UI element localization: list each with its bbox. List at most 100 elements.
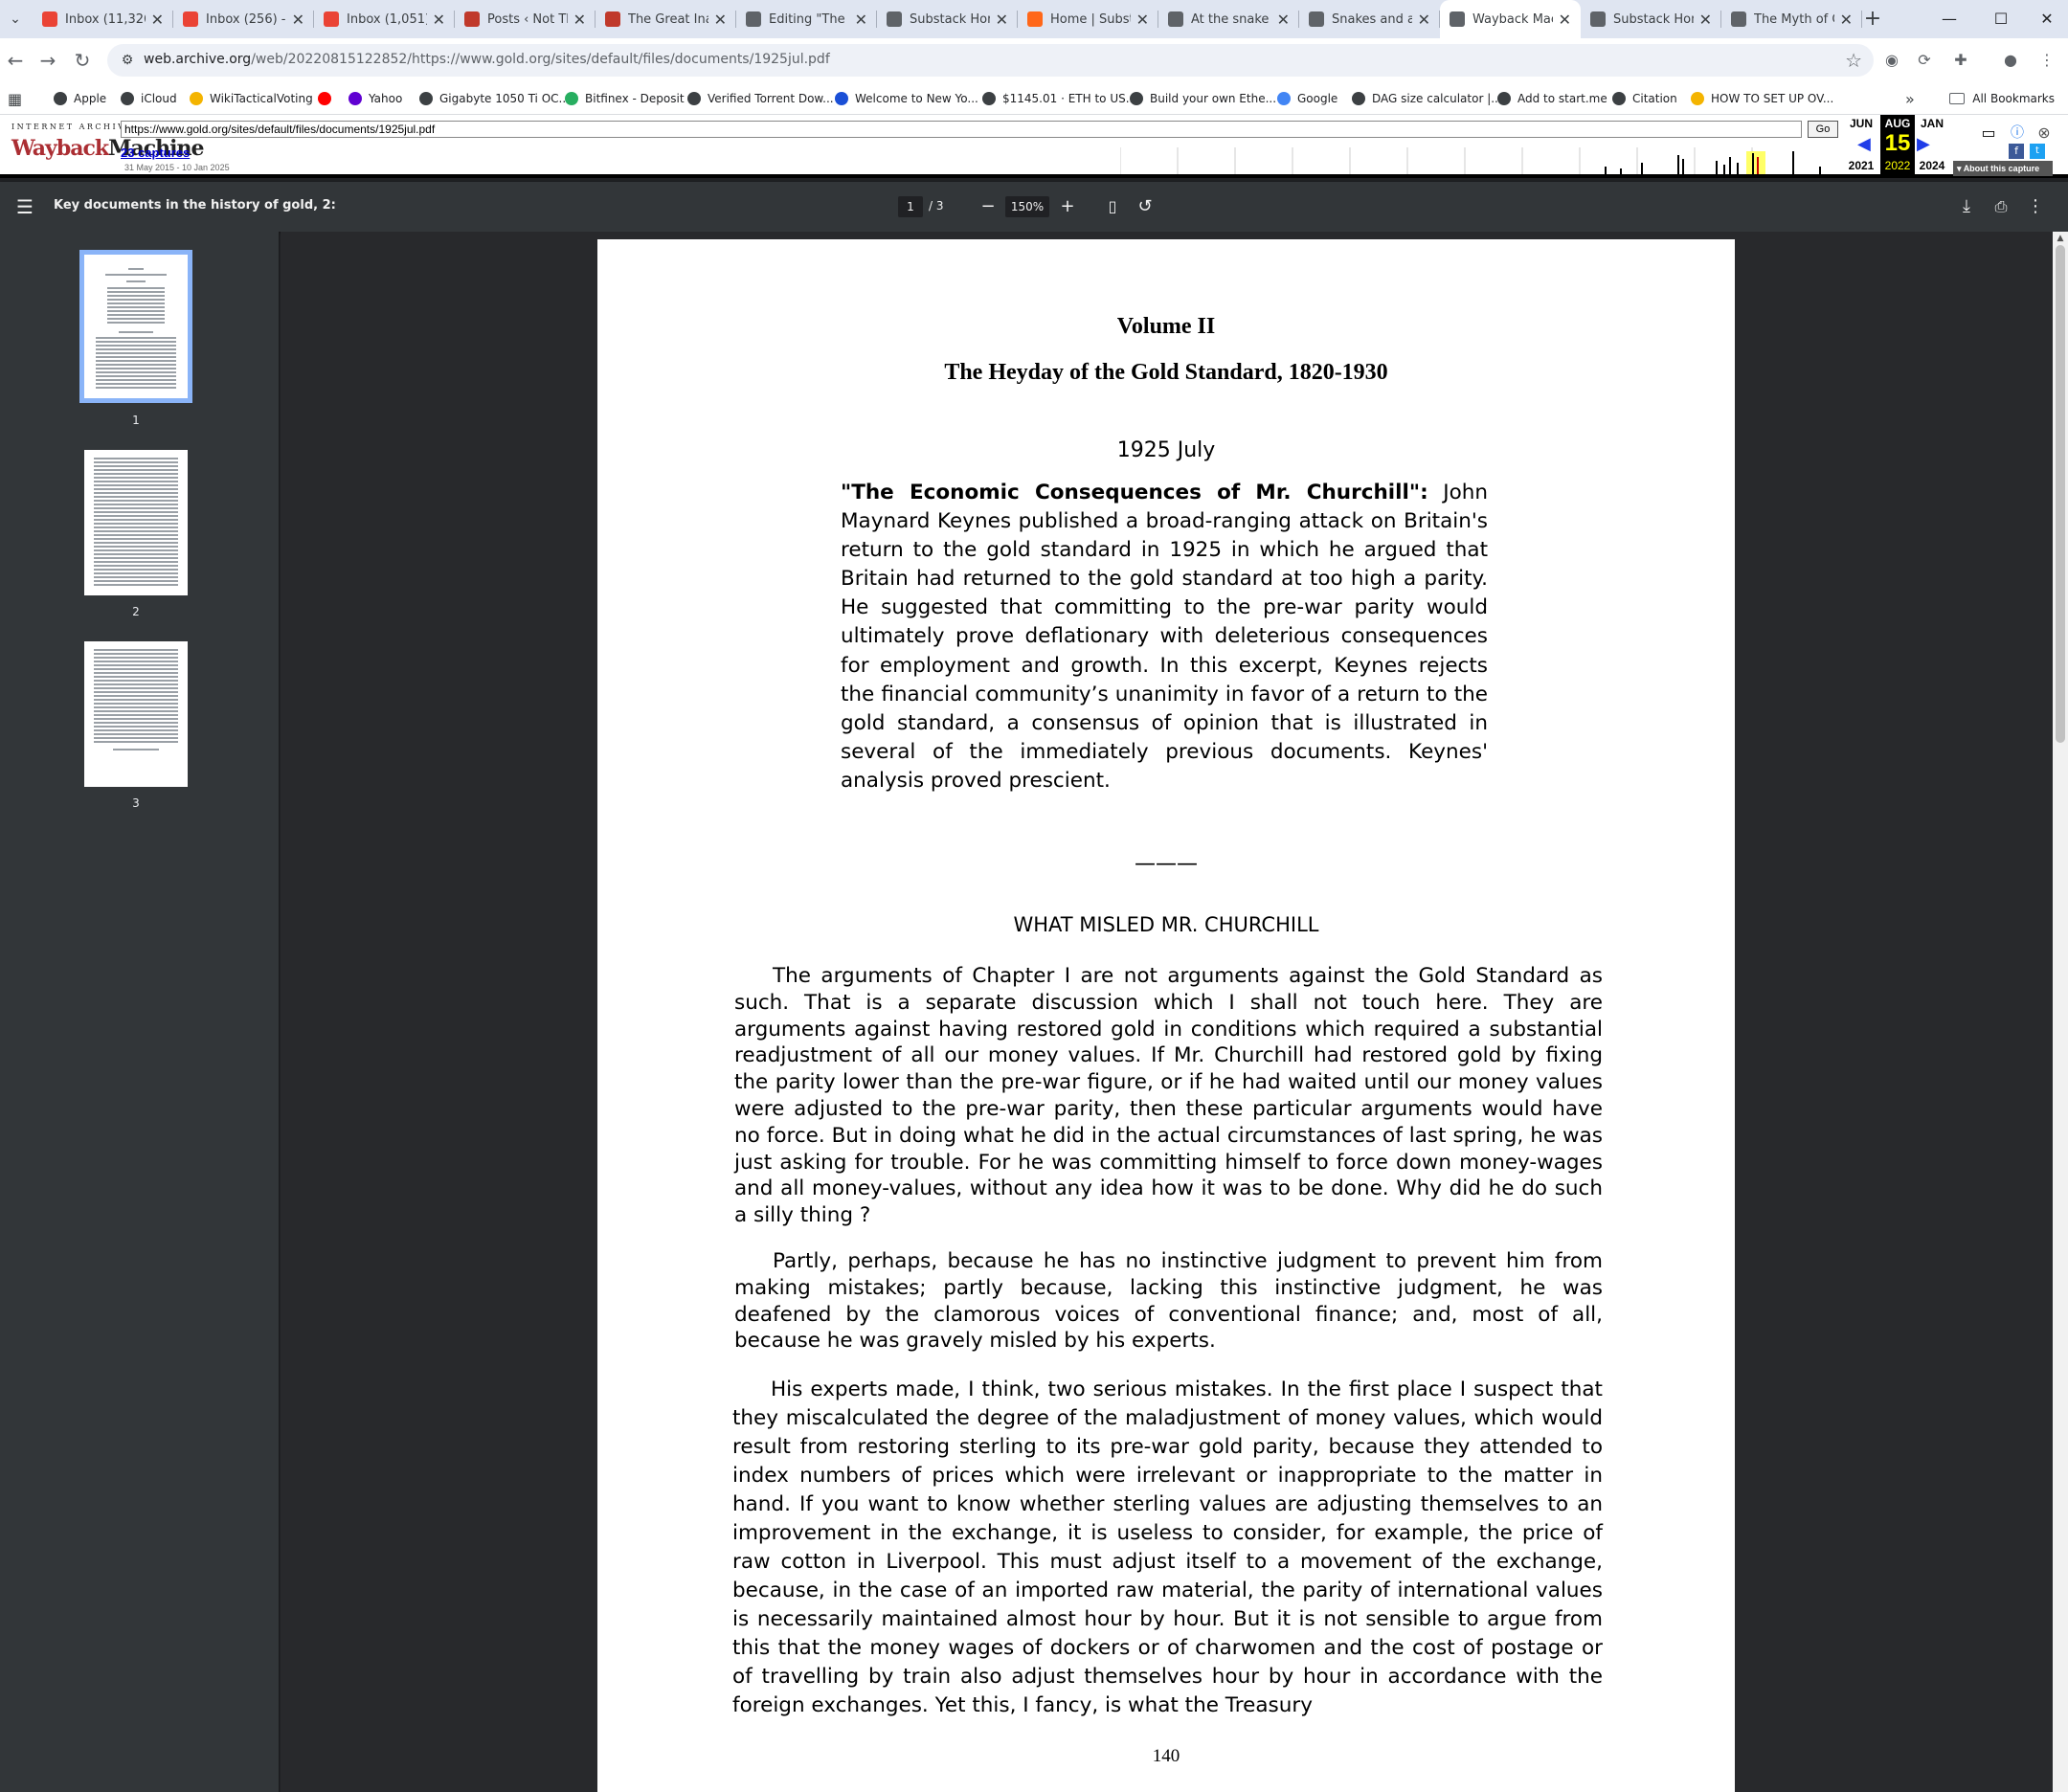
forward-arrow-icon[interactable]: → (34, 47, 61, 74)
tab-close-icon[interactable]: ✕ (1277, 11, 1290, 29)
pdf-more-kebab-icon[interactable]: ⋮ (2024, 195, 2047, 218)
new-tab-plus-icon[interactable]: + (1859, 6, 1886, 33)
wayback-close-icon[interactable]: ⊗ (2034, 123, 2055, 144)
bookmark-item[interactable]: WikiTacticalVoting (190, 88, 313, 109)
page-thumbnail-1[interactable] (79, 250, 192, 403)
wayback-next-month[interactable]: JAN (1915, 117, 1949, 130)
bookmark-item[interactable]: Apple (54, 88, 106, 109)
bookmark-star-icon[interactable]: ☆ (1845, 49, 1862, 72)
bookmark-item[interactable]: Google (1277, 88, 1337, 109)
tab-close-icon[interactable]: ✕ (1559, 11, 1571, 29)
browser-tab[interactable]: Inbox (11,326) ✕ (33, 0, 173, 38)
extensions-puzzle-icon[interactable]: ✚ (1949, 49, 1972, 72)
bookmark-item[interactable]: Add to start.me (1497, 88, 1607, 109)
extension-eye-icon[interactable]: ◉ (1880, 49, 1903, 72)
print-icon[interactable]: ⎙ (1989, 195, 2012, 218)
bookmark-item[interactable]: Yahoo (348, 88, 402, 109)
bookmark-item[interactable]: DAG size calculator |... (1352, 88, 1502, 109)
bookmarks-bar: ▦ Apple iCloud WikiTacticalVoting Yahoo Giga… (0, 82, 2068, 115)
rotate-icon[interactable]: ↺ (1134, 195, 1157, 218)
wayback-url-input[interactable]: https://www.gold.org/sites/default/files… (121, 121, 1802, 138)
tab-close-icon[interactable]: ✕ (1699, 11, 1712, 29)
back-arrow-icon[interactable]: ← (2, 47, 29, 74)
volume-heading: Volume II (1116, 314, 1216, 339)
browser-tab[interactable]: Home | Subst ✕ (1018, 0, 1158, 38)
browser-tab[interactable]: At the snake e ✕ (1158, 0, 1299, 38)
bookmark-item[interactable]: Verified Torrent Dow... (687, 88, 834, 109)
bookmarks-overflow-icon[interactable]: » (1905, 88, 1915, 109)
apps-grid-icon[interactable]: ▦ (8, 88, 22, 109)
browser-menu-kebab-icon[interactable]: ⋮ (2035, 49, 2058, 72)
browser-tab[interactable]: Substack Hom ✕ (877, 0, 1018, 38)
wayback-prev-year[interactable]: 2021 (1844, 159, 1878, 172)
bookmark-item[interactable]: Welcome to New Yo... (835, 88, 978, 109)
bookmark-favicon-icon (54, 92, 67, 105)
bookmark-item[interactable]: Gigabyte 1050 Ti OC... (419, 88, 570, 109)
tab-search-chevron-icon[interactable]: ⌄ (4, 8, 27, 31)
wayback-logo[interactable]: WaybackMachine (11, 134, 204, 163)
browser-tab[interactable]: Editing "The E ✕ (736, 0, 877, 38)
wayback-about-capture-button[interactable]: ▾ About this capture (1953, 161, 2053, 176)
scroll-up-icon[interactable]: ▲ (2053, 234, 2068, 243)
bookmark-label: Gigabyte 1050 Ti OC... (439, 92, 570, 105)
wayback-next-year[interactable]: 2024 (1915, 159, 1949, 172)
browser-tab[interactable]: Snakes and ad ✕ (1299, 0, 1440, 38)
window-close-icon[interactable]: ✕ (2020, 0, 2068, 38)
minimize-icon[interactable]: — (1922, 0, 1976, 38)
fit-page-icon[interactable]: ▯ (1101, 195, 1124, 218)
zoom-out-icon[interactable]: − (977, 195, 1000, 218)
reload-icon[interactable]: ↻ (69, 47, 96, 74)
tab-close-icon[interactable]: ✕ (996, 11, 1008, 29)
address-bar[interactable]: ⚙ web.archive.org/web/20220815122852/htt… (107, 44, 1874, 77)
tab-close-icon[interactable]: ✕ (1136, 11, 1149, 29)
bookmark-favicon-icon (1277, 92, 1291, 105)
tab-close-icon[interactable]: ✕ (433, 11, 445, 29)
download-icon[interactable]: ⤓ (1955, 195, 1978, 218)
pdf-sidebar-menu-icon[interactable]: ☰ (13, 195, 36, 218)
browser-tab[interactable]: The Myth of C ✕ (1721, 0, 1862, 38)
browser-tab[interactable]: Inbox (256) - n ✕ (173, 0, 314, 38)
tab-close-icon[interactable]: ✕ (151, 11, 164, 29)
site-info-icon[interactable]: ⚙ (119, 52, 136, 69)
wayback-go-button[interactable]: Go (1808, 121, 1838, 138)
page-icon (1168, 11, 1183, 27)
twitter-icon[interactable]: t (2030, 144, 2045, 159)
tab-close-icon[interactable]: ✕ (1840, 11, 1853, 29)
tab-close-icon[interactable]: ✕ (855, 11, 867, 29)
tab-close-icon[interactable]: ✕ (292, 11, 304, 29)
scrollbar-thumb[interactable] (2056, 245, 2065, 743)
all-bookmarks-button[interactable]: All Bookmarks (1949, 88, 2055, 109)
extension-sync-icon[interactable]: ⟳ (1913, 49, 1936, 72)
wayback-captures-link[interactable]: 23 captures (121, 146, 190, 160)
wayback-prev-arrow-icon[interactable]: ◀ (1857, 134, 1871, 154)
tab-title: Posts ‹ Not Th (487, 11, 568, 27)
bookmark-item[interactable]: Build your own Ethe... (1130, 88, 1276, 109)
bookmark-item[interactable]: Bitfinex - Deposit (565, 88, 685, 109)
bookmark-item[interactable]: iCloud (121, 88, 177, 109)
wayback-next-arrow-icon[interactable]: ▶ (1917, 134, 1930, 154)
page-thumbnail-2[interactable] (84, 450, 188, 595)
bookmark-item[interactable]: $1145.01 · ETH to US... (982, 88, 1136, 109)
pdf-zoom-input[interactable]: 150% (1005, 196, 1049, 217)
pdf-scrollbar[interactable]: ▲ (2053, 232, 2068, 1792)
wayback-help-icon[interactable]: ⓘ (2007, 123, 2028, 144)
zoom-in-icon[interactable]: + (1056, 195, 1079, 218)
page-thumbnail-3[interactable] (84, 641, 188, 787)
profile-avatar-icon[interactable]: ● (1999, 49, 2022, 72)
browser-tab[interactable]: Substack Hom ✕ (1581, 0, 1721, 38)
browser-tab[interactable]: Inbox (1,051) - ✕ (314, 0, 455, 38)
tab-close-icon[interactable]: ✕ (1418, 11, 1430, 29)
bookmark-item[interactable]: Citation (1612, 88, 1677, 109)
browser-tab[interactable]: Wayback Mac ✕ (1440, 0, 1581, 38)
browser-tab[interactable]: The Great Inar ✕ (596, 0, 736, 38)
tab-close-icon[interactable]: ✕ (714, 11, 727, 29)
wayback-calendar-icon[interactable]: ▭ (1978, 123, 1999, 144)
browser-tab[interactable]: Posts ‹ Not Th ✕ (455, 0, 596, 38)
wayback-prev-month[interactable]: JUN (1844, 117, 1878, 130)
bookmark-item[interactable] (318, 88, 338, 109)
tab-close-icon[interactable]: ✕ (573, 11, 586, 29)
bookmark-item[interactable]: HOW TO SET UP OV... (1691, 88, 1833, 109)
facebook-icon[interactable]: f (2009, 144, 2024, 159)
pdf-page-number-input[interactable]: 1 (898, 196, 923, 217)
bookmark-label: Citation (1632, 92, 1677, 105)
